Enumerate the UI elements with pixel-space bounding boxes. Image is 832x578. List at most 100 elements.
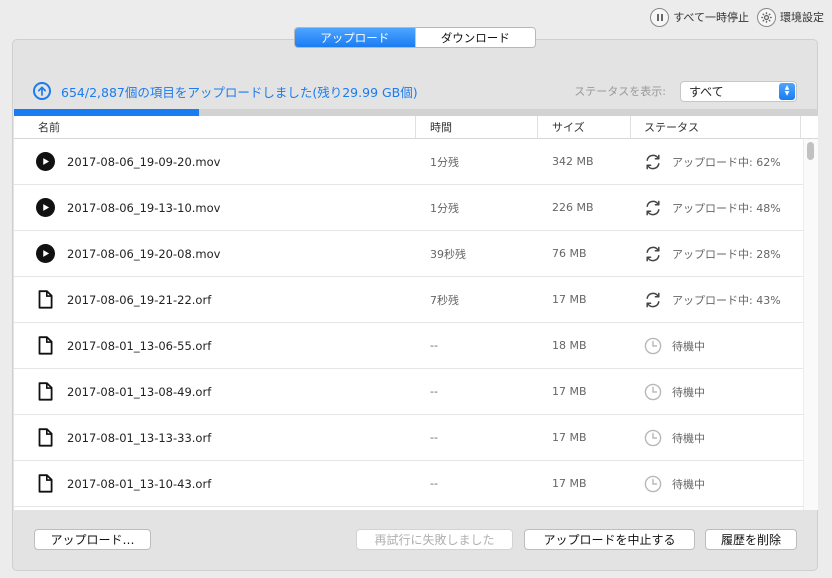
retry-failed-button[interactable]: 再試行に失敗しました <box>356 529 513 550</box>
upload-table: 名前 時間 サイズ ステータス 2017-08-06_19-09-20.mov 1… <box>14 116 818 510</box>
status-text: アップロード中: 28% <box>672 247 781 261</box>
table-scrollbar[interactable] <box>803 139 818 510</box>
sync-icon <box>644 199 662 217</box>
cell-name: 2017-08-06_19-20-08.mov <box>14 244 416 263</box>
cell-name: 2017-08-06_19-21-22.orf <box>14 290 416 309</box>
cell-time: -- <box>430 431 438 444</box>
cell-size: 17 MB <box>552 477 587 490</box>
document-icon <box>36 336 55 355</box>
document-icon <box>36 290 55 309</box>
upload-arrow-icon <box>33 82 51 100</box>
file-name: 2017-08-01_13-06-55.orf <box>67 338 212 353</box>
table-row[interactable]: 2017-08-01_13-08-49.orf -- 17 MB 待機中 <box>14 369 818 415</box>
status-filter-select[interactable]: すべて ▲ ▼ <box>680 80 797 102</box>
status-row: 654/2,887個の項目をアップロードしました(残り29.99 GB個) ステ… <box>33 80 797 102</box>
pause-all-label: すべて一時停止 <box>673 11 749 24</box>
status-text: アップロード中: 43% <box>672 293 781 307</box>
cell-size: 17 MB <box>552 293 587 306</box>
cell-time: 7秒残 <box>430 293 459 307</box>
table-row[interactable]: 2017-08-06_19-09-20.mov 1分残 342 MB アップロード中:… <box>14 139 818 185</box>
column-header-size[interactable]: サイズ <box>538 116 631 138</box>
scroll-thumb[interactable] <box>807 142 814 160</box>
cell-status: 待機中 <box>631 475 801 493</box>
table-body: 2017-08-06_19-09-20.mov 1分残 342 MB アップロード中:… <box>14 139 818 507</box>
top-toolbar: すべて一時停止 環境設定 <box>650 6 824 28</box>
cell-status: アップロード中: 62% <box>631 153 801 171</box>
tab-download[interactable]: ダウンロード <box>414 28 535 47</box>
column-header-spacer <box>801 116 818 138</box>
cell-size: 76 MB <box>552 247 587 260</box>
status-filter-label: ステータスを表示: <box>574 85 666 98</box>
table-row[interactable]: 2017-08-01_13-13-33.orf -- 17 MB 待機中 <box>14 415 818 461</box>
file-name: 2017-08-06_19-20-08.mov <box>67 246 221 261</box>
table-row[interactable]: 2017-08-01_13-06-55.orf -- 18 MB 待機中 <box>14 323 818 369</box>
cell-size: 17 MB <box>552 385 587 398</box>
table-row[interactable]: 2017-08-06_19-13-10.mov 1分残 226 MB アップロード中:… <box>14 185 818 231</box>
cell-time: 1分残 <box>430 201 459 215</box>
stop-upload-button[interactable]: アップロードを中止する <box>524 529 695 550</box>
upload-button[interactable]: アップロード… <box>34 529 151 550</box>
upload-progress-fill <box>14 109 199 116</box>
upload-progress-bar <box>14 109 818 116</box>
status-text: 待機中 <box>672 431 705 445</box>
status-filter-value: すべて <box>689 84 724 99</box>
table-header: 名前 時間 サイズ ステータス <box>14 116 818 139</box>
cell-status: 待機中 <box>631 429 801 447</box>
cell-time: 39秒残 <box>430 247 466 261</box>
cell-name: 2017-08-06_19-13-10.mov <box>14 198 416 217</box>
cell-size: 17 MB <box>552 431 587 444</box>
cell-status: アップロード中: 48% <box>631 199 801 217</box>
table-row[interactable]: 2017-08-06_19-21-22.orf 7秒残 17 MB アップロード中: … <box>14 277 818 323</box>
cell-size: 342 MB <box>552 155 594 168</box>
upload-summary: 654/2,887個の項目をアップロードしました(残り29.99 GB個) <box>61 84 418 100</box>
status-text: 待機中 <box>672 385 705 399</box>
column-header-name[interactable]: 名前 <box>14 116 416 138</box>
file-name: 2017-08-06_19-13-10.mov <box>67 200 221 215</box>
pause-icon <box>650 7 670 27</box>
cell-name: 2017-08-01_13-06-55.orf <box>14 336 416 355</box>
table-row[interactable]: 2017-08-06_19-20-08.mov 39秒残 76 MB アップロード中:… <box>14 231 818 277</box>
gear-icon <box>757 7 776 27</box>
settings-button[interactable]: 環境設定 <box>757 7 824 27</box>
clock-icon <box>644 475 662 493</box>
cell-status: アップロード中: 28% <box>631 245 801 263</box>
cell-status: 待機中 <box>631 383 801 401</box>
clear-history-button[interactable]: 履歴を削除 <box>705 529 797 550</box>
document-icon <box>36 474 55 493</box>
cell-time: 1分残 <box>430 155 459 169</box>
chevron-updown-icon: ▲ ▼ <box>779 82 795 100</box>
cell-name: 2017-08-01_13-10-43.orf <box>14 474 416 493</box>
column-header-status[interactable]: ステータス <box>631 116 801 138</box>
file-name: 2017-08-01_13-13-33.orf <box>67 430 212 445</box>
cell-size: 226 MB <box>552 201 594 214</box>
file-name: 2017-08-06_19-21-22.orf <box>67 292 212 307</box>
settings-label: 環境設定 <box>780 11 824 24</box>
upload-download-tabs: アップロード ダウンロード <box>294 27 536 48</box>
cell-status: 待機中 <box>631 337 801 355</box>
sync-icon <box>644 291 662 309</box>
clock-icon <box>644 337 662 355</box>
document-icon <box>36 428 55 447</box>
play-icon <box>36 152 55 171</box>
upload-panel: 654/2,887個の項目をアップロードしました(残り29.99 GB個) ステ… <box>12 39 818 571</box>
status-text: アップロード中: 48% <box>672 201 781 215</box>
sync-icon <box>644 245 662 263</box>
cell-size: 18 MB <box>552 339 587 352</box>
file-name: 2017-08-06_19-09-20.mov <box>67 154 221 169</box>
clock-icon <box>644 429 662 447</box>
tab-upload[interactable]: アップロード <box>295 28 415 47</box>
play-icon <box>36 244 55 263</box>
cell-status: アップロード中: 43% <box>631 291 801 309</box>
play-icon <box>36 198 55 217</box>
table-row[interactable]: 2017-08-01_13-10-43.orf -- 17 MB 待機中 <box>14 461 818 507</box>
cell-name: 2017-08-06_19-09-20.mov <box>14 152 416 171</box>
cell-time: -- <box>430 339 438 352</box>
cell-time: -- <box>430 385 438 398</box>
cell-name: 2017-08-01_13-13-33.orf <box>14 428 416 447</box>
column-header-time[interactable]: 時間 <box>416 116 538 138</box>
clock-icon <box>644 383 662 401</box>
sync-icon <box>644 153 662 171</box>
document-icon <box>36 382 55 401</box>
pause-all-button[interactable]: すべて一時停止 <box>650 7 749 27</box>
status-text: 待機中 <box>672 477 705 491</box>
